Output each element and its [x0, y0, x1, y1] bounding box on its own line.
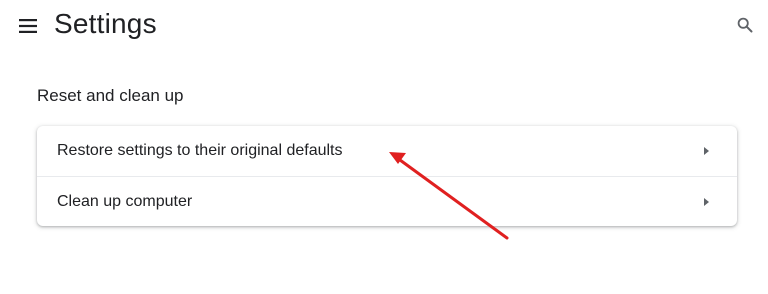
restore-settings-row[interactable]: Restore settings to their original defau… — [37, 126, 737, 177]
search-icon — [737, 17, 753, 33]
hamburger-menu-icon — [19, 19, 37, 33]
search-button[interactable] — [731, 11, 759, 39]
chevron-right-icon — [704, 147, 709, 155]
page-title: Settings — [54, 8, 157, 39]
restore-settings-label: Restore settings to their original defau… — [57, 142, 343, 159]
clean-up-computer-label: Clean up computer — [57, 193, 193, 210]
reset-clean-up-card: Restore settings to their original defau… — [37, 126, 737, 226]
clean-up-computer-row[interactable]: Clean up computer — [37, 177, 737, 226]
chevron-right-icon — [704, 198, 709, 206]
settings-page: Settings Reset and clean up Restore sett… — [0, 0, 768, 294]
section-title: Reset and clean up — [37, 86, 184, 105]
top-bar: Settings — [0, 0, 768, 52]
main-menu-button[interactable] — [14, 12, 42, 40]
